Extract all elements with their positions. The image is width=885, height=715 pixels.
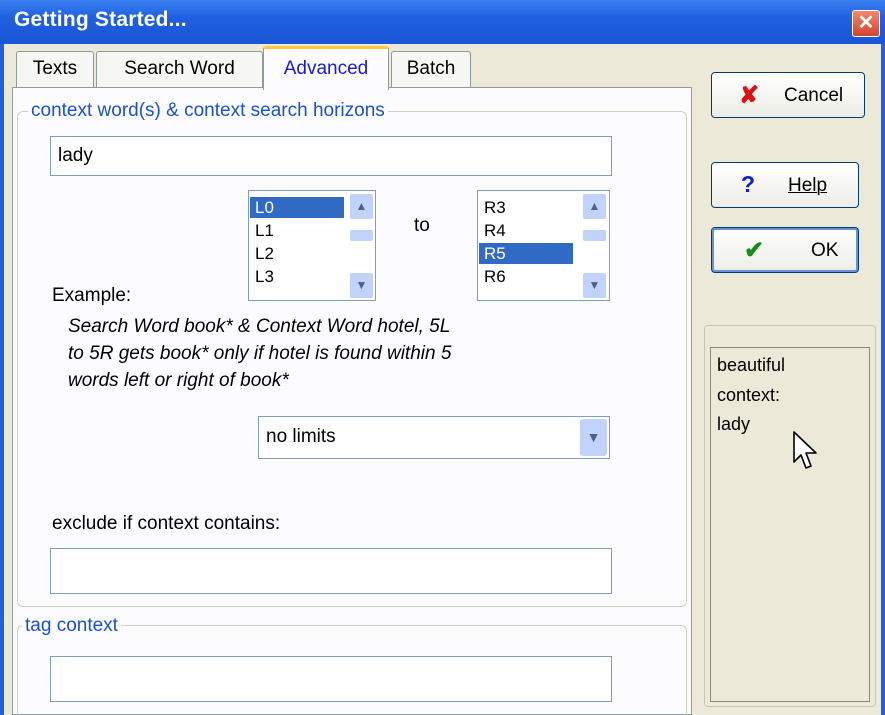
help-button[interactable]: ? Help <box>711 162 859 208</box>
ok-button-label: OK <box>811 240 839 261</box>
red-x-icon: ✘ <box>739 82 760 109</box>
example-label: Example: <box>52 285 132 306</box>
question-mark-icon: ? <box>741 171 756 197</box>
preview-line: context: <box>717 385 781 405</box>
scroll-up-icon[interactable]: ▲ <box>582 193 607 220</box>
tag-context-input[interactable] <box>50 656 612 702</box>
green-check-icon: ✔ <box>744 237 765 264</box>
window-title: Getting Started... <box>14 8 187 31</box>
scroll-thumb[interactable] <box>582 229 607 242</box>
ok-button[interactable]: ✔ OK <box>711 227 859 273</box>
example-line: to 5R gets book* only if hotel is found … <box>68 343 452 364</box>
right-horizon-item[interactable]: R5 <box>479 243 573 264</box>
exclude-context-input[interactable] <box>50 548 612 594</box>
window-frame-left <box>0 44 4 715</box>
window-frame-right <box>881 44 885 715</box>
left-horizon-item[interactable]: L0 <box>250 197 344 218</box>
right-horizon-item[interactable]: R4 <box>479 220 573 241</box>
limit-select-value: no limits <box>266 426 336 447</box>
scroll-down-icon[interactable]: ▼ <box>582 272 607 299</box>
context-group-legend: context word(s) & context search horizon… <box>28 100 388 122</box>
tab-advanced[interactable]: Advanced <box>263 46 389 90</box>
example-text: Search Word book* & Context Word hotel, … <box>68 313 628 394</box>
left-horizon-list[interactable]: L0 L1 L2 L3 ▲ ▼ <box>248 190 376 301</box>
cancel-button[interactable]: ✘ Cancel <box>711 72 865 118</box>
to-label: to <box>414 215 430 236</box>
example-line: words left or right of book* <box>68 370 289 391</box>
close-icon: ✕ <box>857 12 875 34</box>
preview-line: lady <box>717 414 751 434</box>
right-horizon-item[interactable]: R3 <box>479 197 573 218</box>
right-horizon-list[interactable]: R3 R4 R5 R6 ▲ ▼ <box>477 190 610 301</box>
scroll-thumb[interactable] <box>349 229 374 242</box>
cancel-button-label: Cancel <box>784 85 844 106</box>
left-horizon-item[interactable]: L1 <box>250 220 344 241</box>
tab-batch[interactable]: Batch <box>391 51 471 87</box>
help-button-label: Help <box>788 175 828 196</box>
preview-line: beautiful <box>717 355 786 375</box>
close-button[interactable]: ✕ <box>852 10 880 37</box>
exclude-label: exclude if context contains: <box>52 513 281 534</box>
right-horizon-item[interactable]: R6 <box>479 266 573 286</box>
tab-search-word[interactable]: Search Word <box>96 51 263 87</box>
chevron-down-icon[interactable]: ▼ <box>580 419 607 456</box>
limit-select[interactable]: no limits ▼ <box>258 416 610 459</box>
tab-texts[interactable]: Texts <box>16 51 94 87</box>
left-horizon-item[interactable]: L2 <box>250 243 344 264</box>
context-word-input[interactable]: lady <box>50 136 612 176</box>
example-line: Search Word book* & Context Word hotel, … <box>68 316 451 337</box>
scroll-up-icon[interactable]: ▲ <box>349 193 374 220</box>
tag-context-legend: tag context <box>22 615 121 637</box>
mouse-cursor-icon <box>793 431 817 469</box>
left-horizon-item[interactable]: L3 <box>250 266 344 286</box>
scroll-down-icon[interactable]: ▼ <box>349 272 374 299</box>
